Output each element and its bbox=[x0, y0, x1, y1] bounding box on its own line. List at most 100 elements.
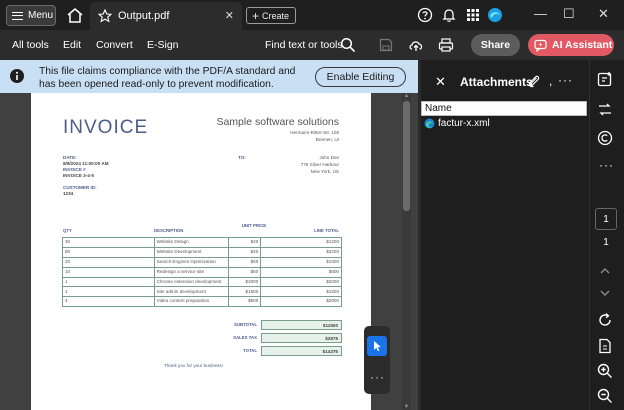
select-tool-button[interactable] bbox=[367, 336, 387, 356]
cursor-arrow-icon bbox=[374, 341, 381, 352]
sales-tax-label: SALES TAX bbox=[233, 335, 257, 340]
column-header-unit-price: UNIT PRICE bbox=[241, 223, 267, 228]
table-row: 10 Redesign a service site $60 $600 bbox=[62, 266, 342, 278]
floating-tool-bar: ··· bbox=[364, 326, 390, 394]
menu-convert[interactable]: Convert bbox=[96, 39, 133, 51]
page-fit-icon[interactable] bbox=[596, 337, 614, 355]
rotate-icon[interactable] bbox=[596, 311, 614, 329]
unit-price-cell: $40 bbox=[228, 246, 262, 258]
more-tools-icon[interactable]: ··· bbox=[370, 370, 385, 384]
table-row: 80 Website Development $40 $3200 bbox=[62, 246, 342, 258]
tab-close-icon[interactable]: ✕ bbox=[225, 9, 234, 22]
qty-cell: 80 bbox=[62, 246, 155, 258]
document-scrollbar[interactable]: ▲ ▼ bbox=[402, 93, 411, 410]
qty-cell: 20 bbox=[62, 256, 155, 268]
description-cell: Website Development bbox=[153, 246, 230, 258]
table-row: 30 Website Design $40 $1200 bbox=[62, 237, 342, 248]
company-address-line: Bremen, UI bbox=[315, 137, 339, 142]
previous-page-icon[interactable] bbox=[596, 262, 614, 280]
menu-edit[interactable]: Edit bbox=[63, 39, 81, 51]
company-name: Sample software solutions bbox=[216, 116, 339, 128]
print-icon[interactable] bbox=[438, 37, 454, 53]
invoice-items-table: 30 Website Design $40 $1200 80 Website Develo… bbox=[62, 237, 342, 308]
minimize-icon[interactable]: — bbox=[534, 6, 547, 21]
qty-cell: 4 bbox=[62, 296, 155, 308]
find-tools-label[interactable]: Find text or tools bbox=[265, 39, 343, 51]
total-pages: 1 bbox=[603, 237, 609, 248]
zoom-out-icon[interactable] bbox=[596, 387, 614, 405]
bell-icon[interactable] bbox=[441, 7, 457, 23]
subtotal-value: $11500 bbox=[261, 320, 342, 330]
date-value: 8/9/2024 11:00:00 AM bbox=[63, 161, 109, 166]
window-close-icon[interactable]: ✕ bbox=[598, 6, 609, 22]
star-icon[interactable] bbox=[98, 9, 112, 23]
create-button[interactable]: + Create bbox=[246, 7, 296, 24]
more-options-icon[interactable]: ··· bbox=[558, 73, 573, 87]
close-panel-icon[interactable]: ✕ bbox=[435, 74, 446, 90]
description-cell: Website Design bbox=[153, 237, 230, 248]
maximize-icon[interactable]: ☐ bbox=[563, 6, 575, 22]
scrollbar-thumb[interactable] bbox=[403, 101, 410, 211]
menu-all-tools[interactable]: All tools bbox=[12, 39, 49, 51]
column-header-line-total: LINE TOTAL bbox=[314, 228, 339, 233]
menu-button[interactable]: Menu bbox=[6, 5, 56, 26]
menu-button-label: Menu bbox=[28, 10, 54, 21]
table-row: 20 Search Engines Optimization $50 $1000 bbox=[62, 256, 342, 268]
description-cell: Chrome extension development bbox=[153, 276, 230, 288]
invoice-number-label: INVOICE # bbox=[63, 167, 86, 172]
date-label: DATE: bbox=[63, 155, 77, 160]
qty-cell: 1 bbox=[62, 276, 155, 288]
help-icon[interactable] bbox=[417, 7, 433, 23]
recipient-line: New York, US bbox=[310, 169, 339, 174]
zoom-in-icon[interactable] bbox=[596, 362, 614, 380]
unit-price-cell: $40 bbox=[228, 237, 262, 248]
name-column-header[interactable]: Name bbox=[421, 101, 587, 116]
sales-tax-value: $2875 bbox=[261, 333, 342, 343]
current-page-field[interactable]: 1 bbox=[595, 208, 617, 230]
table-row: 1 Chrome extension development $2000 $2000 bbox=[62, 276, 342, 288]
add-attachment-icon[interactable] bbox=[527, 74, 541, 89]
hamburger-icon bbox=[12, 11, 23, 20]
rail-more-icon[interactable]: ··· bbox=[599, 158, 614, 172]
unit-price-cell: $50 bbox=[228, 256, 262, 268]
organize-pages-icon[interactable] bbox=[596, 101, 614, 119]
apps-grid-icon[interactable] bbox=[465, 7, 481, 23]
unit-price-cell: $1500 bbox=[228, 286, 262, 298]
attachments-separator: , bbox=[549, 74, 553, 88]
ai-assistant-button[interactable]: AI Assistant bbox=[528, 34, 614, 56]
next-page-icon[interactable] bbox=[596, 284, 614, 302]
home-icon[interactable] bbox=[66, 7, 84, 24]
enable-editing-button[interactable]: Enable Editing bbox=[315, 67, 406, 87]
attachment-filename: factur-x.xml bbox=[438, 118, 490, 129]
pdfa-info-banner: This file claims compliance with the PDF… bbox=[0, 60, 418, 93]
share-button[interactable]: Share bbox=[471, 34, 520, 56]
recipient-line: John Doe bbox=[319, 155, 339, 160]
description-cell: Site admin development bbox=[153, 286, 230, 298]
upload-cloud-icon[interactable] bbox=[408, 37, 424, 53]
accessibility-copy-icon[interactable] bbox=[596, 129, 614, 147]
tab-output-pdf[interactable]: Output.pdf ✕ bbox=[90, 2, 242, 30]
customer-id-label: CUSTOMER ID: bbox=[63, 185, 97, 190]
customer-id-value: 1234 bbox=[63, 191, 74, 196]
total-label: TOTAL bbox=[243, 348, 257, 353]
title-bar: Menu Output.pdf ✕ + Create — ☐ ✕ bbox=[0, 0, 624, 30]
tab-title: Output.pdf bbox=[118, 10, 170, 22]
scroll-down-arrow[interactable]: ▼ bbox=[402, 404, 411, 410]
menu-esign[interactable]: E-Sign bbox=[147, 39, 179, 51]
line-total-cell: $2000 bbox=[260, 276, 342, 288]
subtotal-label: SUBTOTAL bbox=[234, 322, 257, 327]
recipient-line: 776 Silver Harbour bbox=[300, 162, 339, 167]
acrobat-window: Menu Output.pdf ✕ + Create — ☐ ✕ All too… bbox=[0, 0, 624, 410]
table-row: 4 Video content preparation $500 $2000 bbox=[62, 296, 342, 308]
line-total-cell: $600 bbox=[260, 266, 342, 278]
user-avatar-icon[interactable] bbox=[487, 7, 503, 23]
to-label: TO: bbox=[238, 155, 246, 160]
comment-add-icon[interactable] bbox=[596, 71, 614, 89]
info-icon bbox=[10, 69, 24, 83]
attachment-item[interactable]: factur-x.xml bbox=[424, 117, 490, 130]
search-icon[interactable] bbox=[340, 37, 356, 53]
thank-you-note: Thank you for your business! bbox=[164, 363, 223, 368]
save-icon[interactable] bbox=[378, 37, 394, 53]
scroll-up-arrow[interactable]: ▲ bbox=[402, 93, 411, 99]
pdf-page[interactable]: INVOICE Sample software solutions Herman… bbox=[31, 93, 371, 410]
